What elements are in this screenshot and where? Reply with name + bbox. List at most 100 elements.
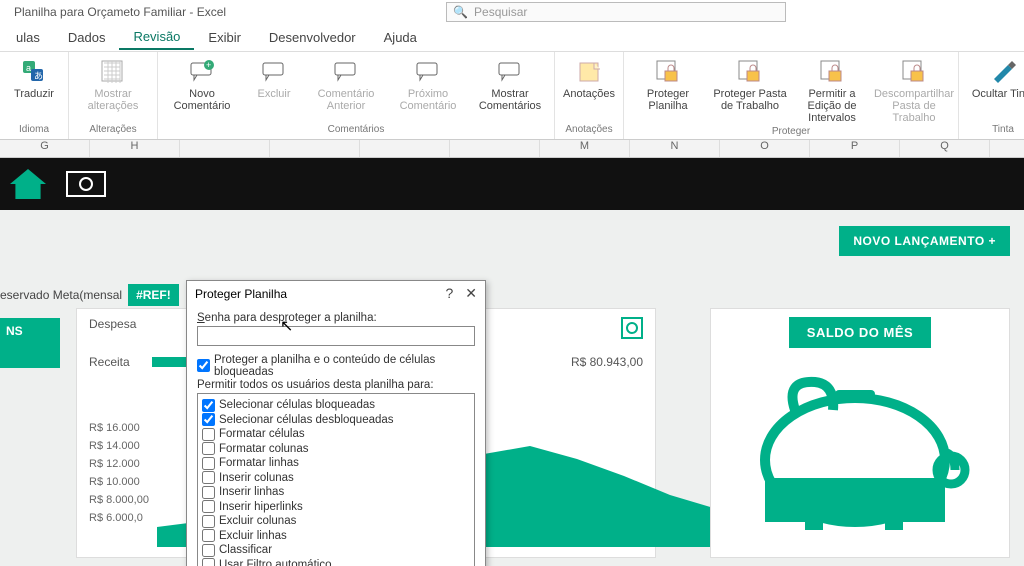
lock-icon (654, 58, 682, 86)
tab-dados[interactable]: Dados (54, 26, 120, 49)
col-R[interactable]: R (990, 140, 1024, 157)
group-label: Anotações (565, 124, 612, 137)
col-P[interactable]: P (810, 140, 900, 157)
dialog-titlebar[interactable]: Proteger Planilha ? ✕ (187, 281, 485, 306)
perm-usar-filtro-autom-tico[interactable]: Usar Filtro automático (202, 558, 470, 566)
lock-icon (818, 58, 846, 86)
tab-ajuda[interactable]: Ajuda (370, 26, 431, 49)
col-Q[interactable]: Q (900, 140, 990, 157)
ribbon-novo-comentário[interactable]: +Novo Comentário (162, 56, 242, 114)
group-label: Tinta (992, 124, 1014, 137)
ribbon-comentário-anterior: Comentário Anterior (306, 56, 386, 114)
receita-total: R$ 80.943,00 (571, 355, 643, 369)
safe-icon (621, 317, 643, 339)
perm-formatar-colunas[interactable]: Formatar colunas (202, 442, 470, 455)
y-tick: R$ 8.000,00 (89, 491, 149, 509)
protect-content-checkbox[interactable]: Proteger a planilha e o conteúdo de célu… (197, 354, 475, 378)
comment-icon (496, 58, 524, 86)
saldo-card: SALDO DO MÊS (710, 308, 1010, 558)
perm-classificar[interactable]: Classificar (202, 544, 470, 557)
comment_add-icon: + (188, 58, 216, 86)
translate-icon: aあ (20, 58, 48, 86)
lock-icon (900, 58, 928, 86)
col-O[interactable]: O (720, 140, 810, 157)
group-label: Proteger (772, 126, 810, 139)
dashboard-header (0, 158, 1024, 210)
novo-lancamento-button[interactable]: NOVO LANÇAMENTO + (839, 226, 1010, 256)
ribbon-mostrar-alterações: Mostrar alterações (73, 56, 153, 114)
piggy-bank-icon (745, 360, 975, 530)
col-blank (360, 140, 450, 157)
y-tick: R$ 10.000 (89, 473, 149, 491)
meta-row: eservado Meta(mensal #REF! (0, 284, 179, 306)
comment-icon (260, 58, 288, 86)
perm-selecionar-c-lulas-desbloqueadas[interactable]: Selecionar células desbloqueadas (202, 413, 470, 426)
tab-ulas[interactable]: ulas (2, 26, 54, 49)
saldo-title: SALDO DO MÊS (789, 317, 931, 348)
col-blank (180, 140, 270, 157)
group-label: Alterações (89, 124, 136, 137)
perm-formatar-c-lulas[interactable]: Formatar células (202, 428, 470, 441)
perm-inserir-linhas[interactable]: Inserir linhas (202, 486, 470, 499)
perm-inserir-hiperlinks[interactable]: Inserir hiperlinks (202, 500, 470, 513)
ribbon-descompartilhar-pasta-de-trabalho: Descompartilhar Pasta de Trabalho (874, 56, 954, 126)
svg-text:あ: あ (34, 71, 43, 81)
search-placeholder: Pesquisar (474, 5, 527, 19)
group-label: Comentários (328, 124, 385, 137)
house-icon (10, 169, 46, 199)
perm-formatar-linhas[interactable]: Formatar linhas (202, 457, 470, 470)
perm-excluir-linhas[interactable]: Excluir linhas (202, 529, 470, 542)
close-icon[interactable]: ✕ (465, 285, 477, 302)
ribbon-ocultar-tinta[interactable]: Ocultar Tinta (963, 56, 1024, 102)
tab-revisão[interactable]: Revisão (119, 25, 194, 50)
lock-icon (736, 58, 764, 86)
svg-text:+: + (206, 60, 211, 70)
col-G[interactable]: G (0, 140, 90, 157)
ribbon-permitir-a-edição-de-intervalos[interactable]: Permitir a Edição de Intervalos (792, 56, 872, 126)
col-N[interactable]: N (630, 140, 720, 157)
perm-selecionar-c-lulas-bloqueadas[interactable]: Selecionar células bloqueadas (202, 399, 470, 412)
col-M[interactable]: M (540, 140, 630, 157)
perm-excluir-colunas[interactable]: Excluir colunas (202, 515, 470, 528)
ribbon-proteger-planilha[interactable]: Proteger Planilha (628, 56, 708, 126)
ribbon: aあTraduzir Idioma Mostrar alterações Altera… (0, 52, 1024, 140)
chart-y-axis: R$ 16.000R$ 14.000R$ 12.000R$ 10.000R$ 8… (89, 419, 149, 527)
receita-label: Receita (89, 355, 130, 369)
cash-icon (66, 171, 106, 197)
group-label: Idioma (19, 124, 49, 137)
app-title: Planilha para Orçameto Familiar - Excel (14, 5, 226, 19)
changes-icon (99, 58, 127, 86)
ribbon-anotações[interactable]: Anotações (559, 56, 619, 102)
comment-icon (332, 58, 360, 86)
ref-error-tag: #REF! (128, 284, 179, 306)
password-input[interactable] (197, 326, 475, 346)
y-tick: R$ 16.000 (89, 419, 149, 437)
column-headers: GHMNOPQRST (0, 140, 1024, 158)
worksheet-area: NOVO LANÇAMENTO + eservado Meta(mensal #… (0, 158, 1024, 566)
ribbon-traduzir[interactable]: aあTraduzir (4, 56, 64, 102)
permissions-list[interactable]: Selecionar células bloqueadasSelecionar … (197, 393, 475, 566)
col-blank (450, 140, 540, 157)
perm-inserir-colunas[interactable]: Inserir colunas (202, 471, 470, 484)
svg-text:a: a (26, 63, 31, 73)
help-icon[interactable]: ? (445, 285, 453, 302)
ribbon-excluir: Excluir (244, 56, 304, 114)
note-icon (575, 58, 603, 86)
y-tick: R$ 6.000,0 (89, 509, 149, 527)
tab-exibir[interactable]: Exibir (194, 26, 255, 49)
meta-label: eservado Meta(mensal (0, 288, 122, 302)
allow-users-label: Permitir todos os usuários desta planilh… (197, 379, 475, 391)
password-label: Senha para despro​teger a planilha: (197, 312, 475, 324)
ribbon-proteger-pasta-de-trabalho[interactable]: Proteger Pasta de Trabalho (710, 56, 790, 126)
pen-icon (989, 58, 1017, 86)
dialog-title: Proteger Planilha (195, 287, 287, 301)
col-H[interactable]: H (90, 140, 180, 157)
ribbon-mostrar-comentários[interactable]: Mostrar Comentários (470, 56, 550, 114)
col-blank (270, 140, 360, 157)
y-tick: R$ 12.000 (89, 455, 149, 473)
y-tick: R$ 14.000 (89, 437, 149, 455)
tab-desenvolvedor[interactable]: Desenvolvedor (255, 26, 370, 49)
despesa-label: Despesa (89, 317, 136, 339)
search-input[interactable]: 🔍 Pesquisar (446, 2, 786, 22)
ribbon-tabs: ulasDadosRevisãoExibirDesenvolvedorAjuda (0, 24, 1024, 52)
